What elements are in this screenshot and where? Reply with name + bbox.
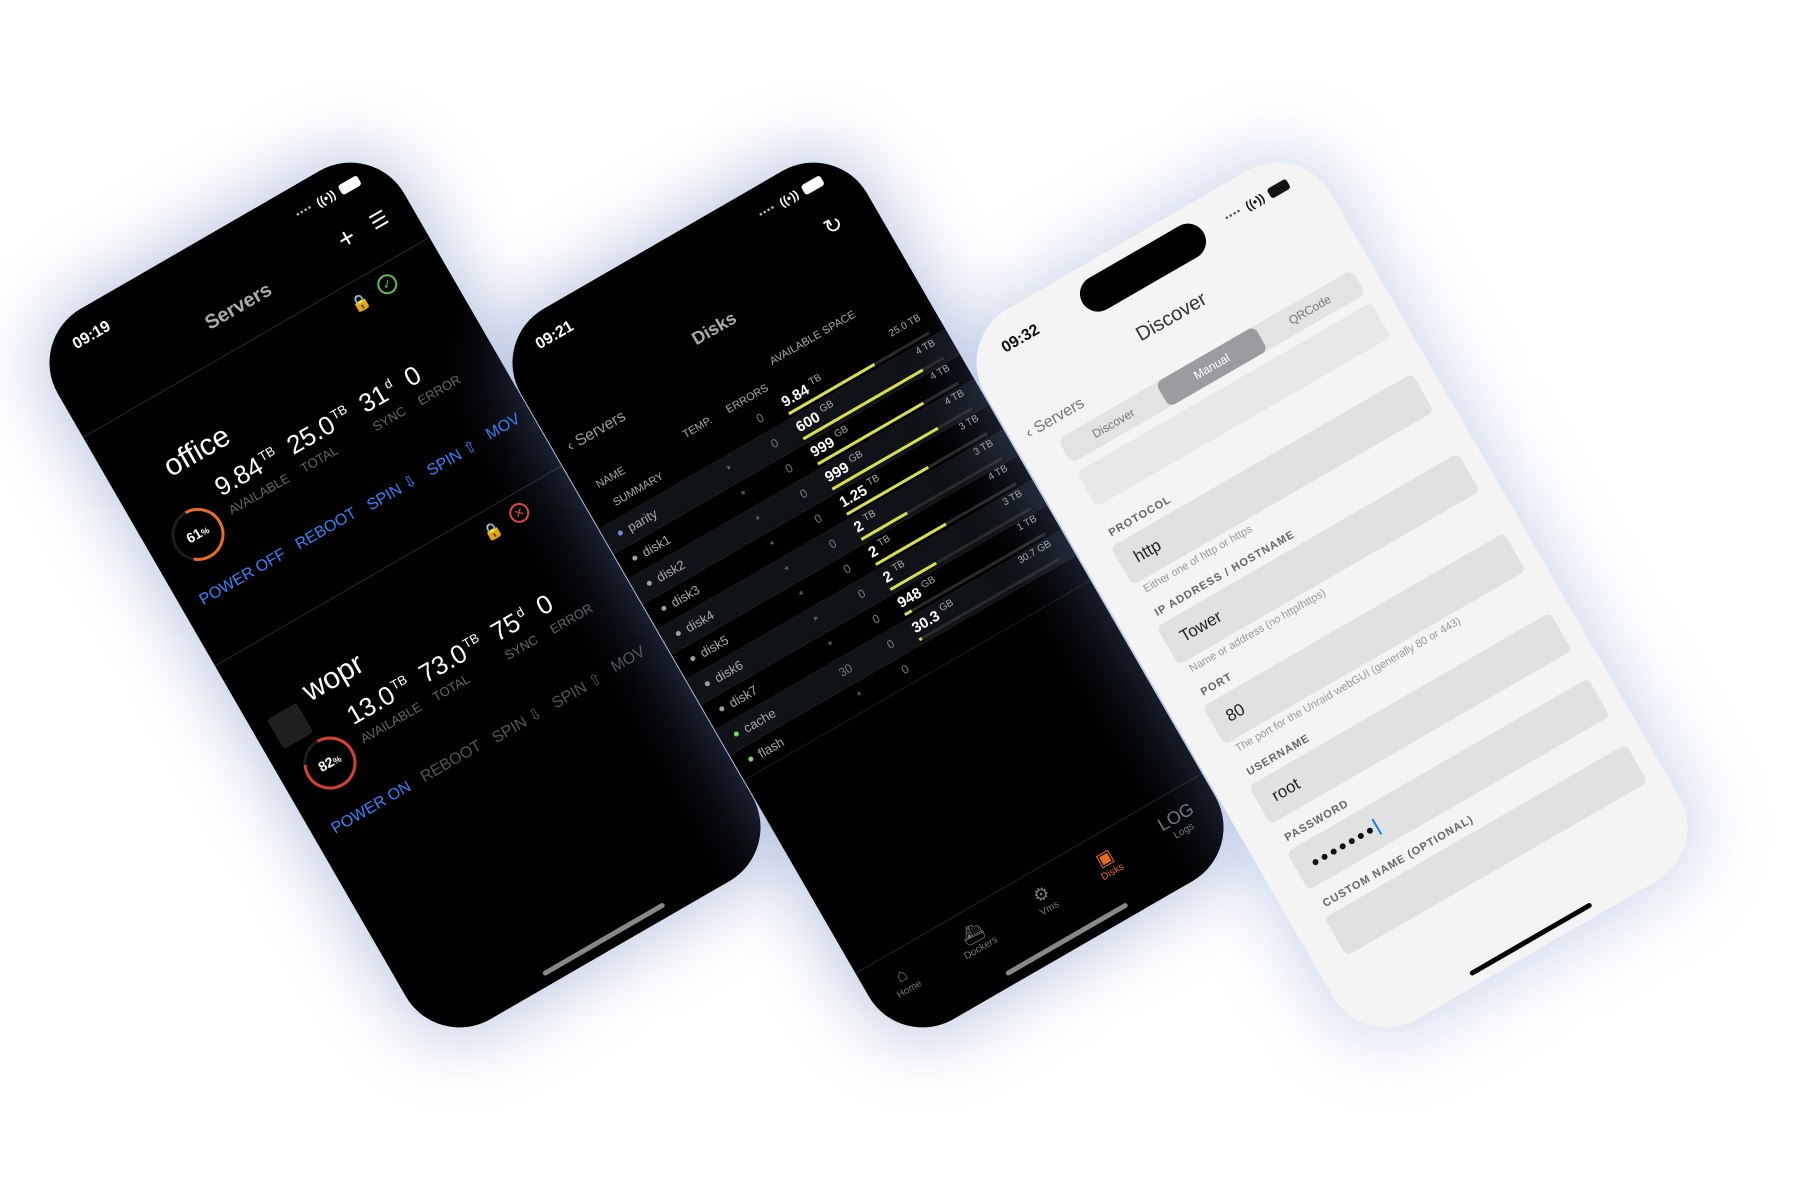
- text-caret: [1371, 818, 1383, 836]
- tab-vms[interactable]: ⚙ Vms: [1028, 881, 1061, 919]
- disk-errors: 0: [811, 510, 825, 527]
- lock-icon: 🔒: [480, 519, 507, 545]
- move-button[interactable]: MOV: [483, 410, 525, 446]
- disk-errors: 0: [768, 435, 782, 452]
- status-dot-icon: [689, 655, 697, 663]
- disk-free-unit: GB: [937, 597, 956, 615]
- disk-free-unit: TB: [806, 372, 824, 389]
- status-dot-icon: [616, 529, 624, 537]
- reboot-button[interactable]: REBOOT: [293, 505, 362, 556]
- disk-errors: 0: [898, 661, 912, 678]
- disk-temp: *: [811, 612, 823, 628]
- battery-icon: [1266, 178, 1291, 199]
- home-indicator: [1468, 902, 1593, 977]
- disk-temp: *: [825, 637, 837, 653]
- lock-icon: 🔒: [348, 290, 375, 316]
- disk-errors: 0: [855, 586, 869, 602]
- status-dot-icon: [718, 705, 726, 713]
- status-dot-icon: [645, 579, 653, 587]
- disk-free-unit: GB: [919, 574, 938, 592]
- cellular-icon: ••••: [1222, 205, 1244, 224]
- wifi-icon: ((•)): [313, 187, 339, 210]
- disk-errors: 0: [869, 611, 883, 627]
- check-icon: ✓: [373, 270, 401, 298]
- disk-temp: *: [854, 688, 866, 703]
- spin-down-button[interactable]: SPIN ⇩: [363, 470, 421, 515]
- disk-errors: 0: [884, 636, 898, 652]
- status-dot-icon: [674, 630, 682, 637]
- disk-name: flash: [755, 734, 787, 761]
- disk-temp: 30: [836, 660, 855, 680]
- disk-free-unit: TB: [890, 558, 907, 575]
- status-dot-icon: [732, 730, 740, 738]
- clock: 09:19: [69, 317, 114, 353]
- disk-errors: 0: [840, 561, 854, 577]
- refresh-icon[interactable]: ↻: [819, 210, 848, 242]
- disk-free-unit: TB: [864, 472, 882, 489]
- status-dot-icon: [631, 554, 639, 562]
- disk-free-unit: GB: [817, 398, 836, 416]
- server-stats: 13.0TB AVAILABLE 73.0TB TOTAL 75d SYNC 0 ERR…: [341, 572, 595, 746]
- tab-logs[interactable]: LOG Logs: [1154, 799, 1203, 846]
- tab-dockers[interactable]: ⛴ Dockers: [952, 916, 1000, 963]
- disk-temp: *: [753, 512, 765, 527]
- status-dot-icon: [703, 680, 711, 688]
- disk-free-unit: TB: [875, 533, 893, 550]
- disk-temp: *: [782, 562, 794, 578]
- disk-errors: 0: [797, 485, 811, 502]
- disk-free-unit: GB: [832, 423, 851, 441]
- cellular-icon: ••••: [756, 201, 778, 221]
- status-dot-icon: [747, 755, 755, 763]
- cellular-icon: ••••: [293, 201, 315, 221]
- disk-errors: 0: [826, 536, 840, 552]
- disk-free-unit: GB: [846, 448, 865, 466]
- spin-up-button[interactable]: SPIN ⇧: [548, 668, 606, 713]
- server-stats: 9.84TB AVAILABLE 25.0TB TOTAL 31d SYNC 0 ERR…: [209, 343, 463, 517]
- wifi-icon: ((•)): [776, 187, 802, 210]
- move-button[interactable]: MOV: [608, 643, 650, 679]
- wifi-icon: ((•)): [1242, 190, 1268, 213]
- battery-icon: [337, 174, 362, 196]
- clock: 09:32: [998, 321, 1043, 357]
- tab-disks[interactable]: ▣ Disks: [1089, 843, 1126, 883]
- status-dot-icon: [660, 604, 668, 612]
- disk-usage-fill: [918, 636, 923, 642]
- disk-temp: *: [724, 462, 736, 477]
- spin-down-button[interactable]: SPIN ⇩: [488, 703, 546, 748]
- clock: 09:21: [532, 317, 577, 353]
- disk-free-unit: TB: [861, 508, 878, 525]
- spin-up-button[interactable]: SPIN ⇧: [423, 436, 481, 481]
- disk-temp: *: [738, 487, 750, 502]
- usage-gauge: 61%: [158, 495, 237, 574]
- disk-errors: 0: [753, 410, 767, 426]
- reboot-button[interactable]: REBOOT: [418, 737, 487, 788]
- tab-home[interactable]: ⌂ Home: [885, 960, 924, 1001]
- disk-temp: *: [796, 587, 808, 603]
- tab-bar: ⌂ Home ⛴ Dockers ⚙ Vms ▣ Disks LOG Logs: [855, 772, 1233, 1026]
- disk-temp: *: [767, 537, 779, 552]
- disk-errors: 0: [782, 460, 796, 477]
- battery-icon: [800, 174, 825, 196]
- error-icon: ✕: [505, 499, 533, 527]
- home-indicator: [541, 902, 666, 977]
